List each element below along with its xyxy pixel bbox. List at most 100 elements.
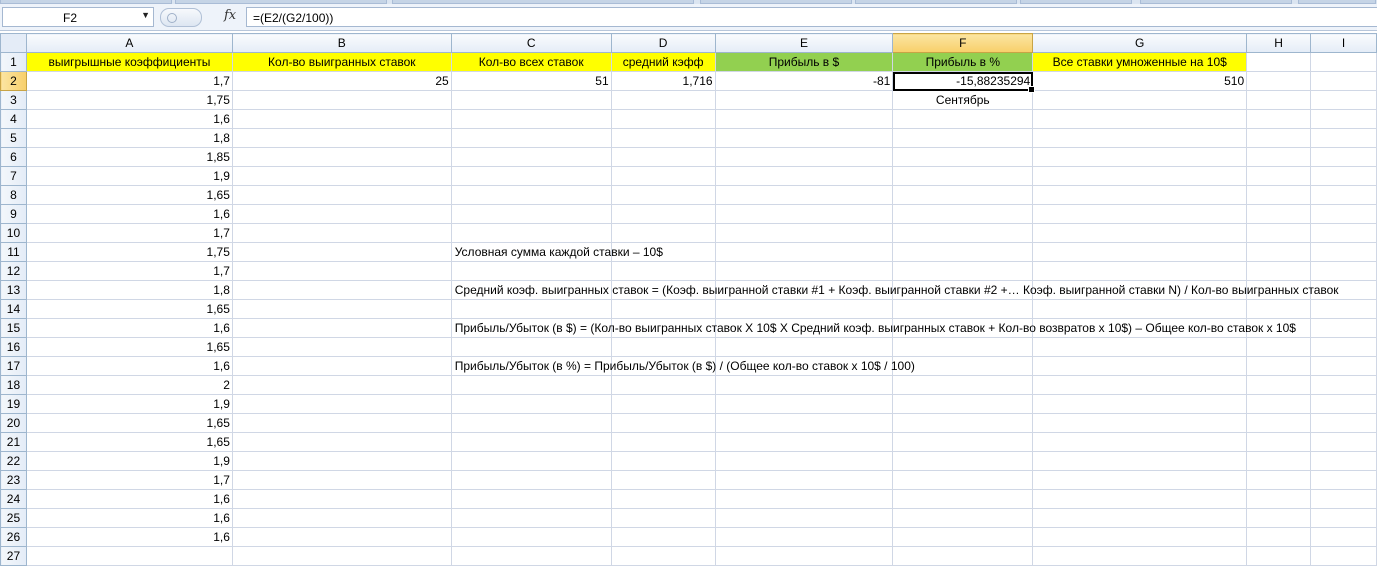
cell-i1[interactable] [1310,52,1377,72]
cell-i26[interactable] [1310,527,1377,547]
cell-d7[interactable] [610,166,716,186]
cell-e9[interactable] [714,204,894,224]
cell-f19[interactable] [892,394,1034,414]
cell-a22[interactable]: 1,9 [25,451,233,471]
cell-d16[interactable] [610,337,716,357]
insert-function-icon[interactable]: fx [224,8,236,23]
row-header[interactable]: 14 [0,299,27,319]
row-header[interactable]: 23 [0,470,27,490]
cell-g25[interactable] [1032,508,1248,528]
cell-d27[interactable] [610,546,716,566]
cell-a1[interactable]: выигрышные коэффициенты [25,52,233,72]
column-header-e[interactable]: E [714,33,894,53]
cell-i20[interactable] [1310,413,1377,433]
cell-e27[interactable] [714,546,894,566]
cell-c8[interactable] [450,185,612,205]
cell-h19[interactable] [1246,394,1312,414]
cell-g23[interactable] [1032,470,1248,490]
column-header-c[interactable]: C [450,33,612,53]
row-header[interactable]: 26 [0,527,27,547]
cell-h20[interactable] [1246,413,1312,433]
cell-e26[interactable] [714,527,894,547]
cell-c23[interactable] [450,470,612,490]
row-header[interactable]: 11 [0,242,27,262]
cell-d25[interactable] [610,508,716,528]
cell-f2[interactable]: -15,88235294 [892,71,1036,94]
cell-g20[interactable] [1032,413,1248,433]
cell-i21[interactable] [1310,432,1377,452]
cell-e6[interactable] [714,147,894,167]
cell-d14[interactable] [610,299,716,319]
formula-input[interactable]: =(E2/(G2/100)) [246,7,1377,27]
cell-b13[interactable] [231,280,452,300]
cell-h23[interactable] [1246,470,1312,490]
cell-a24[interactable]: 1,6 [25,489,233,509]
cell-e24[interactable] [714,489,894,509]
row-header[interactable]: 27 [0,546,27,566]
cell-g22[interactable] [1032,451,1248,471]
cell-a3[interactable]: 1,75 [25,90,233,110]
cell-c16[interactable] [450,337,612,357]
cell-h8[interactable] [1246,185,1312,205]
cell-a18[interactable]: 2 [25,375,233,395]
cell-f9[interactable] [892,204,1034,224]
cell-b14[interactable] [231,299,452,319]
row-header[interactable]: 5 [0,128,27,148]
cell-h7[interactable] [1246,166,1312,186]
cell-b11[interactable] [231,242,452,262]
cell-a17[interactable]: 1,6 [25,356,233,376]
cell-i27[interactable] [1310,546,1377,566]
cell-d20[interactable] [610,413,716,433]
formula-expand-handle-icon[interactable] [160,8,202,27]
cell-b4[interactable] [231,109,452,129]
cell-e19[interactable] [714,394,894,414]
cell-e2[interactable]: -81 [714,71,894,91]
row-header[interactable]: 13 [0,280,27,300]
cell-e10[interactable] [714,223,894,243]
cell-h17[interactable] [1246,356,1312,376]
cell-h22[interactable] [1246,451,1312,471]
cell-c1[interactable]: Кол-во всех ставок [450,52,612,72]
row-header[interactable]: 16 [0,337,27,357]
row-header[interactable]: 25 [0,508,27,528]
cell-c26[interactable] [450,527,612,547]
cell-f25[interactable] [892,508,1034,528]
name-box-dropdown-icon[interactable]: ▼ [141,10,150,20]
cell-i12[interactable] [1310,261,1377,281]
cell-h5[interactable] [1246,128,1312,148]
cell-b23[interactable] [231,470,452,490]
cell-h14[interactable] [1246,299,1312,319]
cell-a14[interactable]: 1,65 [25,299,233,319]
cell-c15[interactable]: Прибыль/Убыток (в $) = (Кол-во выигранны… [450,318,1296,338]
cell-e23[interactable] [714,470,894,490]
cell-i15[interactable] [1310,318,1377,338]
cell-c27[interactable] [450,546,612,566]
row-header[interactable]: 7 [0,166,27,186]
cell-d1[interactable]: средний кэфф [610,52,716,72]
cell-c2[interactable]: 51 [450,71,612,91]
cell-a9[interactable]: 1,6 [25,204,233,224]
cell-f27[interactable] [892,546,1034,566]
cell-g27[interactable] [1032,546,1248,566]
cell-b16[interactable] [231,337,452,357]
cell-d22[interactable] [610,451,716,471]
cell-a8[interactable]: 1,65 [25,185,233,205]
cell-a21[interactable]: 1,65 [25,432,233,452]
row-header[interactable]: 3 [0,90,27,110]
cell-g21[interactable] [1032,432,1248,452]
cell-a2[interactable]: 1,7 [25,71,233,91]
cell-i24[interactable] [1310,489,1377,509]
cell-g9[interactable] [1032,204,1248,224]
cell-a20[interactable]: 1,65 [25,413,233,433]
cell-i3[interactable] [1310,90,1377,110]
cell-a7[interactable]: 1,9 [25,166,233,186]
cell-h2[interactable] [1246,71,1312,91]
cell-f8[interactable] [892,185,1034,205]
cell-g3[interactable] [1032,90,1248,110]
cell-c7[interactable] [450,166,612,186]
cell-d24[interactable] [610,489,716,509]
cell-i19[interactable] [1310,394,1377,414]
cell-c17[interactable]: Прибыль/Убыток (в %) = Прибыль/Убыток (в… [450,356,915,376]
row-header[interactable]: 21 [0,432,27,452]
cell-h16[interactable] [1246,337,1312,357]
